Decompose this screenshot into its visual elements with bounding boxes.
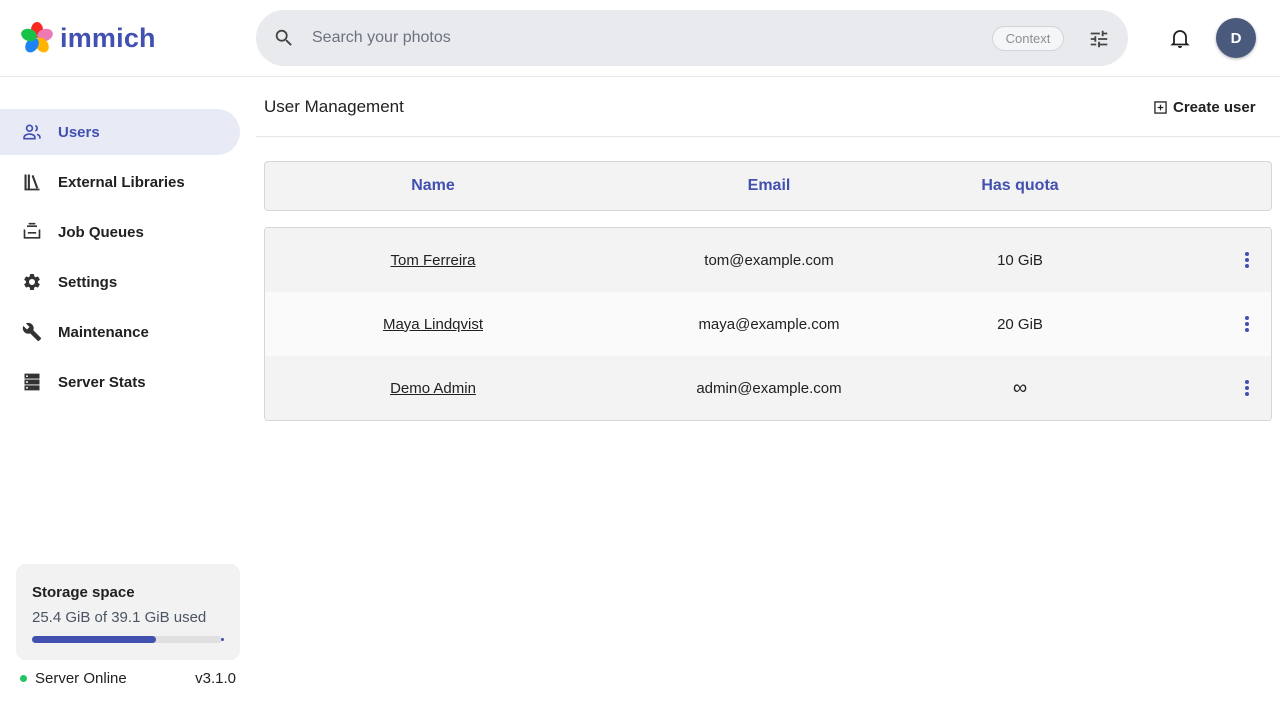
sidebar-item-external-libraries[interactable]: External Libraries xyxy=(0,159,240,205)
sidebar-item-label: Settings xyxy=(58,273,118,291)
immich-logo-icon xyxy=(21,22,53,53)
storage-title: Storage space xyxy=(32,584,135,601)
storage-progress-end-dot xyxy=(221,638,224,641)
table-row: Tom Ferreira tom@example.com 10 GiB xyxy=(265,228,1271,292)
search-bar[interactable]: Context xyxy=(256,10,1128,66)
sidebar-item-label: Job Queues xyxy=(58,223,144,241)
gear-icon xyxy=(22,272,42,292)
sidebar-item-maintenance[interactable]: Maintenance xyxy=(0,309,240,355)
user-email: maya@example.com xyxy=(698,315,840,333)
user-quota: ∞ xyxy=(1012,376,1028,399)
row-menu-button[interactable] xyxy=(1237,312,1257,336)
storage-progress-bar xyxy=(32,636,224,643)
tune-icon xyxy=(1090,30,1108,48)
more-vert-icon xyxy=(1245,316,1249,332)
create-user-label: Create user xyxy=(1173,98,1256,116)
context-toggle[interactable]: Context xyxy=(992,26,1064,51)
user-name-link[interactable]: Demo Admin xyxy=(265,356,601,420)
sidebar-item-settings[interactable]: Settings xyxy=(0,259,240,305)
add-box-icon xyxy=(1154,100,1167,114)
search-options-button[interactable] xyxy=(1086,26,1112,52)
sidebar-item-label: Users xyxy=(58,123,100,141)
user-quota: 20 GiB xyxy=(997,315,1043,333)
row-menu-button[interactable] xyxy=(1237,376,1257,400)
app-name: immich xyxy=(60,22,156,53)
users-table-body: Tom Ferreira tom@example.com 10 GiB Maya… xyxy=(264,227,1272,421)
users-icon xyxy=(22,122,42,142)
table-header: Name Email Has quota xyxy=(264,161,1272,211)
user-name-link[interactable]: Maya Lindqvist xyxy=(265,292,601,356)
top-bar: immich Context D xyxy=(0,0,1280,77)
divider xyxy=(256,136,1280,137)
status-dot xyxy=(20,675,27,682)
page-title: User Management xyxy=(264,97,404,116)
column-header-has-quota[interactable]: Has quota xyxy=(937,162,1103,210)
search-input[interactable] xyxy=(312,10,1012,66)
version-label[interactable]: v3.1.0 xyxy=(195,670,236,687)
more-vert-icon xyxy=(1245,380,1249,396)
column-header-name[interactable]: Name xyxy=(265,162,601,210)
queue-icon xyxy=(22,222,42,242)
sidebar: Users External Libraries Job Queues Sett… xyxy=(0,77,256,720)
wrench-icon xyxy=(22,322,42,342)
user-name-link[interactable]: Tom Ferreira xyxy=(265,228,601,292)
sidebar-item-job-queues[interactable]: Job Queues xyxy=(0,209,240,255)
row-menu-button[interactable] xyxy=(1237,248,1257,272)
user-quota: 10 GiB xyxy=(997,251,1043,269)
sidebar-item-label: Maintenance xyxy=(58,323,149,341)
sidebar-item-label: External Libraries xyxy=(58,173,185,191)
create-user-button[interactable]: Create user xyxy=(1154,96,1256,118)
storage-card: Storage space 25.4 GiB of 39.1 GiB used xyxy=(16,564,240,660)
immich-logo[interactable]: immich xyxy=(20,20,156,56)
sidebar-item-label: Server Stats xyxy=(58,373,146,391)
server-status: Server Online v3.1.0 xyxy=(20,670,236,687)
more-vert-icon xyxy=(1245,252,1249,268)
sidebar-item-server-stats[interactable]: Server Stats xyxy=(0,359,240,405)
library-icon xyxy=(22,172,42,192)
user-email: admin@example.com xyxy=(696,379,842,397)
storage-progress-fill xyxy=(32,636,156,643)
bell-icon xyxy=(1170,30,1190,48)
sidebar-item-users[interactable]: Users xyxy=(0,109,240,155)
server-icon xyxy=(22,372,42,392)
search-icon[interactable] xyxy=(273,27,295,54)
storage-usage-text: 25.4 GiB of 39.1 GiB used xyxy=(32,609,207,626)
avatar[interactable]: D xyxy=(1216,18,1256,58)
column-header-email[interactable]: Email xyxy=(601,162,937,210)
notifications-button[interactable] xyxy=(1166,24,1194,52)
table-row: Demo Admin admin@example.com ∞ xyxy=(265,356,1271,420)
server-status-text: Server Online xyxy=(35,670,127,687)
table-row: Maya Lindqvist maya@example.com 20 GiB xyxy=(265,292,1271,356)
user-email: tom@example.com xyxy=(704,251,834,269)
